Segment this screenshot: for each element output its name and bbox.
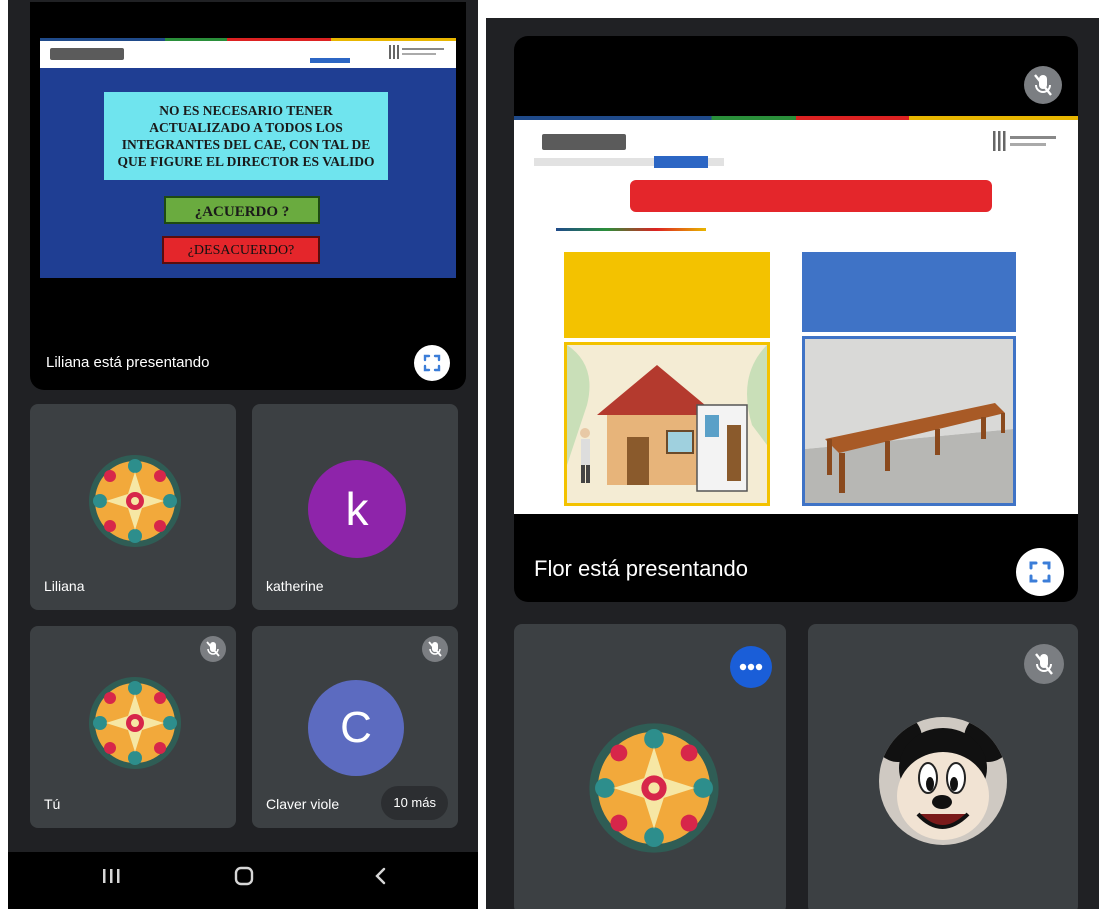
mandala-avatar xyxy=(89,677,181,769)
slide-header xyxy=(40,38,456,68)
home-button[interactable] xyxy=(232,864,256,894)
fullscreen-icon xyxy=(1029,561,1051,583)
participant-tile-katherine[interactable]: k katherine xyxy=(252,404,458,610)
mic-off-indicator xyxy=(422,636,448,662)
mic-off-indicator xyxy=(200,636,226,662)
ministry-logo xyxy=(50,48,124,60)
disagree-option: ¿DESACUERDO? xyxy=(162,236,320,264)
table-image xyxy=(805,339,1013,503)
mickey-avatar xyxy=(879,717,1007,845)
institution-logo xyxy=(992,130,1062,156)
recents-icon xyxy=(103,869,120,883)
fullscreen-button[interactable] xyxy=(1016,548,1064,596)
participant-tile-mandala[interactable] xyxy=(514,624,786,909)
slide-title-banner xyxy=(630,180,992,212)
mandala-avatar xyxy=(589,723,719,853)
slide-color-stripe xyxy=(514,116,1078,120)
shared-slide: NO ES NECESARIO TENER ACTUALIZADO A TODO… xyxy=(40,38,456,278)
recents-button[interactable] xyxy=(100,864,122,894)
shared-slide xyxy=(514,116,1078,514)
right-phone-screenshot: Flor está presentando xyxy=(486,18,1099,909)
slide-header-field xyxy=(310,58,350,63)
participant-tile-self[interactable]: Tú xyxy=(30,626,236,828)
slide-question-box: NO ES NECESARIO TENER ACTUALIZADO A TODO… xyxy=(104,92,388,180)
participant-tile-claver[interactable]: C Claver viole 10 más xyxy=(252,626,458,828)
house-illustration xyxy=(564,342,770,506)
participant-tile-mickey[interactable] xyxy=(808,624,1078,909)
participant-tile-liliana[interactable]: Liliana xyxy=(30,404,236,610)
avatar: C xyxy=(308,680,404,776)
back-icon xyxy=(375,867,386,885)
institution-logo xyxy=(388,44,448,63)
fullscreen-button[interactable] xyxy=(414,345,450,381)
mic-off-icon xyxy=(428,641,442,657)
slide-active-tab xyxy=(654,156,708,168)
participant-name: katherine xyxy=(266,578,324,594)
mic-off-indicator xyxy=(1024,644,1064,684)
fullscreen-icon xyxy=(423,354,441,372)
house-image xyxy=(567,345,767,503)
slide-rule xyxy=(556,228,706,231)
more-options-icon xyxy=(739,663,763,671)
presentation-tile[interactable]: Flor está presentando xyxy=(514,36,1078,602)
avatar: k xyxy=(308,460,406,558)
android-nav-bar xyxy=(8,852,478,909)
left-phone-screenshot: NO ES NECESARIO TENER ACTUALIZADO A TODO… xyxy=(8,0,478,909)
slide-color-stripe xyxy=(40,38,456,41)
mic-off-icon xyxy=(206,641,220,657)
ministry-logo xyxy=(542,134,626,150)
participant-name: Tú xyxy=(44,796,61,812)
more-participants-button[interactable]: 10 más xyxy=(381,786,448,820)
presentation-tile[interactable]: NO ES NECESARIO TENER ACTUALIZADO A TODO… xyxy=(30,2,466,390)
columns-logo-icon xyxy=(389,45,444,59)
mandala-avatar xyxy=(89,455,181,547)
mic-off-icon xyxy=(1034,74,1052,96)
mic-off-icon xyxy=(1035,653,1053,675)
more-options-button[interactable] xyxy=(730,646,772,688)
slide-info-box-yellow xyxy=(564,252,770,338)
back-button[interactable] xyxy=(370,864,390,894)
participant-name: Claver viole xyxy=(266,796,340,812)
home-icon xyxy=(234,866,254,886)
agree-option: ¿ACUERDO ? xyxy=(164,196,320,224)
mic-off-indicator xyxy=(1024,66,1062,104)
table-room-photo xyxy=(802,336,1016,506)
presenting-label: Flor está presentando xyxy=(534,556,749,581)
participant-name: Liliana xyxy=(44,578,85,594)
slide-info-box-blue xyxy=(802,252,1016,332)
columns-logo-icon xyxy=(993,131,1056,151)
presenting-label: Liliana está presentando xyxy=(46,354,210,371)
